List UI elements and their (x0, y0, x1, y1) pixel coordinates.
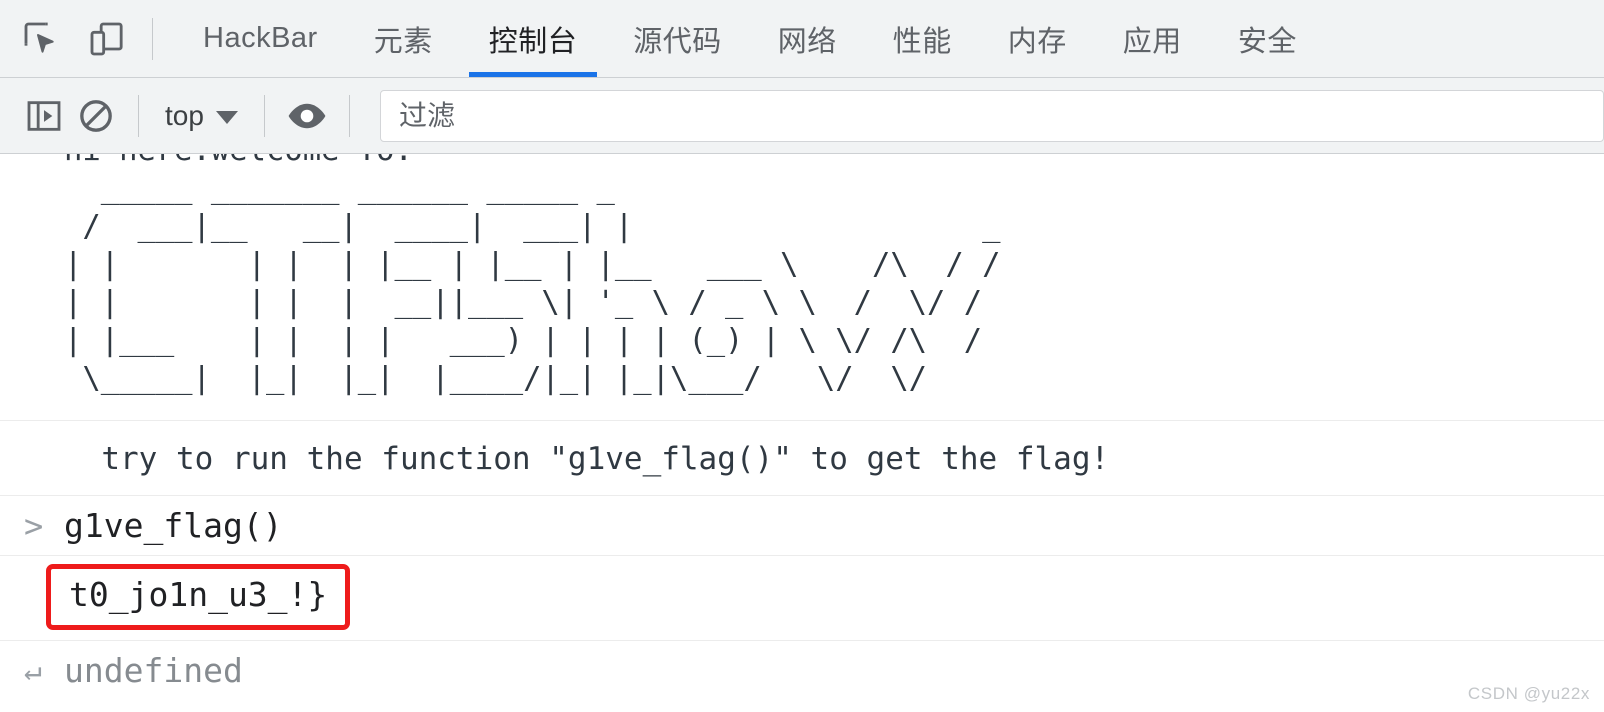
tab-memory[interactable]: 内存 (980, 0, 1095, 77)
console-command-row[interactable]: > g1ve_flag() (0, 496, 1604, 556)
tab-label: 应用 (1122, 25, 1182, 58)
watermark: CSDN @yu22x (1467, 684, 1590, 703)
tab-label: 控制台 (488, 25, 578, 58)
clear-console-icon[interactable] (70, 90, 122, 142)
tabbar-icon-group (0, 0, 130, 77)
tab-console[interactable]: 控制台 (461, 0, 606, 77)
console-messages[interactable]: hi~here:welcome To: _____ _______ ______… (0, 154, 1604, 712)
console-toolbar: top (0, 78, 1604, 154)
tab-label: 源代码 (633, 25, 722, 58)
console-return-row: ↵ undefined (0, 641, 1604, 700)
banner-ascii-art: _____ _______ ______ _____ _ / ___|__ __… (64, 171, 1001, 396)
tabbar-divider (152, 18, 153, 60)
flag-highlight-box: t0_jo1n_u3_!} (46, 564, 351, 630)
live-expression-eye-icon[interactable] (281, 90, 333, 142)
execution-context-value: top (165, 99, 204, 131)
return-arrow-icon: ↵ (24, 653, 43, 688)
execution-context-selector[interactable]: top (155, 96, 248, 136)
hint-text: try to run the function "g1ve_flag()" to… (64, 441, 1110, 477)
tab-label: HackBar (203, 22, 318, 54)
tab-label: 元素 (373, 25, 433, 58)
tab-label: 安全 (1237, 25, 1297, 58)
tab-elements[interactable]: 元素 (346, 0, 461, 77)
prompt-arrow-icon: > (24, 506, 44, 545)
console-result-row: t0_jo1n_u3_!} (0, 556, 1604, 641)
filter-input[interactable] (379, 89, 1604, 142)
console-toolbar-divider-2 (263, 94, 265, 137)
tab-performance[interactable]: 性能 (865, 0, 980, 77)
console-command-text: g1ve_flag() (64, 506, 283, 545)
tab-application[interactable]: 应用 (1095, 0, 1210, 77)
console-banner-message: hi~here:welcome To: _____ _______ ______… (0, 154, 1604, 421)
devtools-window: HackBar 元素 控制台 源代码 网络 性能 内存 应用 安全 top 过滤… (0, 0, 1604, 712)
tab-list: HackBar 元素 控制台 源代码 网络 性能 内存 应用 安全 (175, 0, 1604, 77)
tab-label: 性能 (892, 25, 952, 58)
devtools-tabbar: HackBar 元素 控制台 源代码 网络 性能 内存 应用 安全 (0, 0, 1604, 78)
tab-sources[interactable]: 源代码 (605, 0, 750, 77)
banner-greeting: hi~here:welcome To: (64, 154, 1604, 170)
device-toolbar-icon[interactable] (84, 16, 130, 62)
console-sidebar-icon[interactable] (18, 90, 70, 142)
tab-network[interactable]: 网络 (750, 0, 865, 77)
tab-security[interactable]: 安全 (1210, 0, 1325, 77)
console-result-text: t0_jo1n_u3_!} (69, 575, 328, 614)
tab-hackbar[interactable]: HackBar (175, 0, 346, 77)
console-hint-message: try to run the function "g1ve_flag()" to… (0, 421, 1604, 496)
inspect-element-icon[interactable] (18, 16, 64, 62)
console-toolbar-divider-3 (348, 94, 350, 137)
chevron-down-icon (215, 111, 238, 124)
tab-label: 网络 (777, 25, 837, 58)
console-toolbar-divider-1 (138, 94, 139, 137)
console-return-text: undefined (64, 651, 243, 690)
tab-label: 内存 (1007, 25, 1067, 58)
